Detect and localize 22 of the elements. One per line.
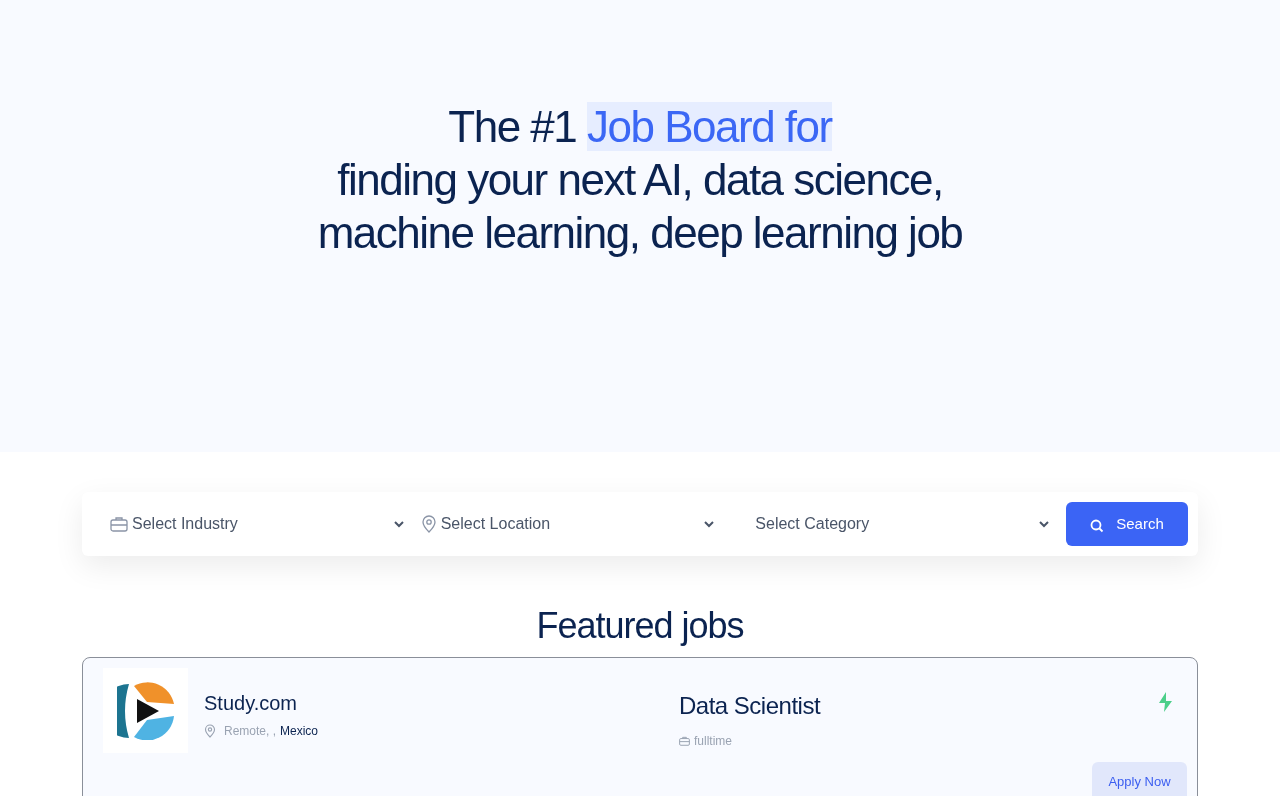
select-field[interactable]: Select Location — [420, 504, 716, 544]
hero-heading: The #1 Job Board for finding your next AI, data science, machine learning, deep learning job — [316, 101, 964, 259]
job-title[interactable]: Data Scientist — [679, 688, 1157, 724]
search-icon — [1090, 519, 1105, 533]
section-heading: Featured jobs — [535, 606, 745, 646]
select-field[interactable]: Select Category — [731, 504, 1050, 544]
chevron-down-icon — [1038, 520, 1050, 528]
lightning-icon — [1157, 692, 1173, 712]
chevron-down-icon — [703, 520, 716, 528]
briefcase-icon — [679, 736, 690, 746]
job-type: fulltime — [694, 733, 732, 750]
chevron-down-icon — [392, 520, 405, 528]
location-pin-icon — [204, 724, 216, 738]
job-country: Mexico — [280, 723, 319, 740]
briefcase-icon — [110, 516, 128, 532]
job-location: Remote, , — [224, 723, 277, 740]
apply-button[interactable]: Apply Now — [1092, 762, 1187, 796]
location-pin-icon — [420, 515, 437, 533]
search-button[interactable]: Search — [1066, 502, 1188, 546]
company-name[interactable]: Study.com — [204, 688, 644, 718]
job-card[interactable]: Study.com Remote, , Mexico Data Scientist fulltime Apply Now — [82, 657, 1198, 796]
select-field[interactable]: Select Industry — [110, 504, 405, 544]
